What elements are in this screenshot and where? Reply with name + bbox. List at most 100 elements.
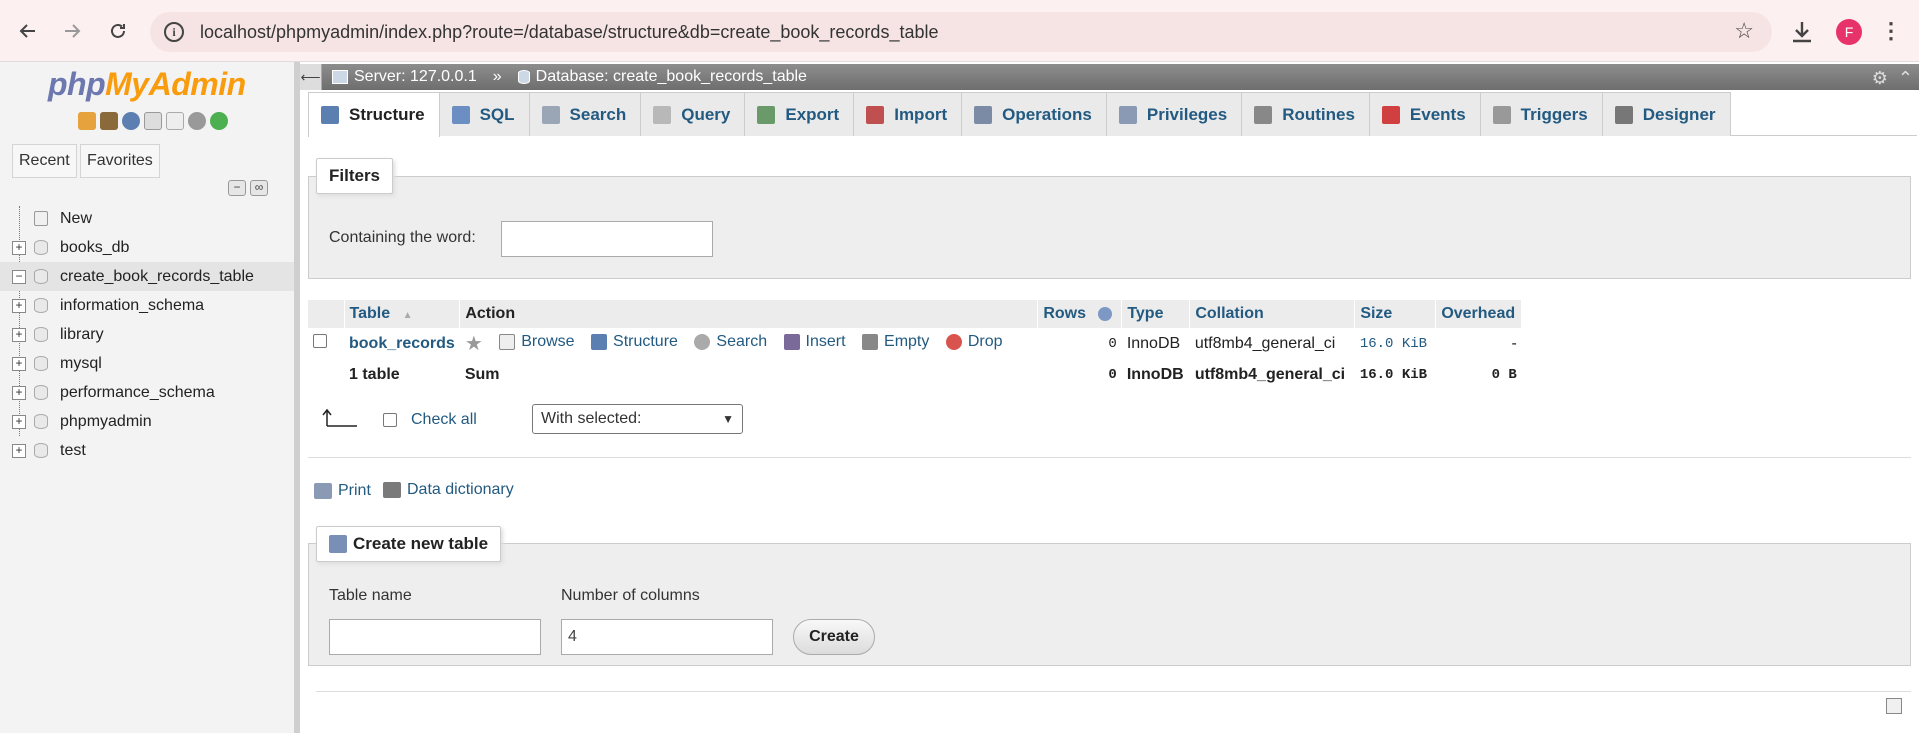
favorites-button[interactable]: Favorites <box>80 144 160 178</box>
table-name-input[interactable] <box>329 619 541 655</box>
tab-triggers[interactable]: Triggers <box>1480 92 1603 136</box>
breadcrumb-server[interactable]: Server: 127.0.0.1 <box>354 68 477 86</box>
profile-avatar[interactable]: F <box>1836 19 1862 45</box>
row-checkbox[interactable] <box>313 334 327 348</box>
with-selected-dropdown[interactable]: With selected: ▼ <box>532 404 743 434</box>
tree-item-phpmyadmin[interactable]: + phpmyadmin <box>0 407 294 436</box>
tab-label: Query <box>681 104 731 124</box>
expand-icon[interactable]: + <box>12 327 26 342</box>
search-icon <box>541 105 560 124</box>
help-icon[interactable] <box>1098 306 1113 321</box>
search-label: Search <box>716 333 768 350</box>
topbar-controls: ⚙ ⌃ <box>1872 68 1913 89</box>
collapse-sidebar-icon[interactable]: ⟵ <box>300 64 322 90</box>
tab-sql[interactable]: SQL <box>439 92 530 136</box>
expand-icon[interactable]: + <box>12 298 26 313</box>
tab-search[interactable]: Search <box>529 92 642 136</box>
browser-menu-icon[interactable]: ⋮ <box>1880 18 1902 44</box>
refresh-icon[interactable] <box>210 112 228 130</box>
structure-icon <box>591 334 608 350</box>
check-all-link[interactable]: Check all <box>411 411 477 429</box>
home-icon[interactable] <box>78 112 96 130</box>
tab-label: Operations <box>1002 104 1092 124</box>
number-of-columns-input[interactable]: 4 <box>561 619 773 655</box>
link-with-main-icon[interactable]: ∞ <box>250 180 268 196</box>
copy-icon[interactable] <box>166 112 184 130</box>
header-overhead[interactable]: Overhead <box>1435 300 1523 328</box>
main-panel: ⟵ Server: 127.0.0.1 » Database: create_b… <box>300 62 1919 733</box>
console-toggle-icon[interactable] <box>1886 698 1902 714</box>
browse-action[interactable]: Browse <box>499 333 575 351</box>
filters-legend: Filters <box>316 158 394 194</box>
help-icon[interactable] <box>122 112 140 130</box>
tab-routines[interactable]: Routines <box>1242 92 1370 136</box>
tree-item-create-book-records-table[interactable]: − create_book_records_table <box>0 262 294 291</box>
sort-asc-icon: ▲ <box>402 310 413 321</box>
data-dictionary-link[interactable]: Data dictionary <box>383 481 514 499</box>
tab-structure[interactable]: Structure <box>308 92 440 137</box>
phpmyadmin-logo[interactable]: phpMyAdmin <box>48 66 246 103</box>
empty-action[interactable]: Empty <box>862 333 929 351</box>
header-collation[interactable]: Collation <box>1189 300 1356 328</box>
address-bar[interactable]: i localhost/phpmyadmin/index.php?route=/… <box>150 12 1772 52</box>
url-text: localhost/phpmyadmin/index.php?route=/da… <box>200 21 939 42</box>
browse-label: Browse <box>521 333 575 350</box>
reload-icon[interactable] <box>102 15 134 47</box>
back-arrow-icon[interactable] <box>12 15 44 47</box>
tab-query[interactable]: Query <box>641 92 746 136</box>
recent-button[interactable]: Recent <box>12 144 77 178</box>
tab-export[interactable]: Export <box>745 92 855 136</box>
docs-icon[interactable] <box>144 112 162 130</box>
filter-word-input[interactable] <box>501 221 713 257</box>
insert-action[interactable]: Insert <box>783 333 846 351</box>
collapse-up-icon[interactable]: ⌃ <box>1898 68 1913 89</box>
tree-item-test[interactable]: + test <box>0 436 294 465</box>
check-all-checkbox[interactable] <box>383 413 397 427</box>
forward-arrow-icon[interactable] <box>56 15 88 47</box>
settings-gear-icon[interactable] <box>188 112 206 130</box>
settings-gear-icon[interactable]: ⚙ <box>1872 68 1888 89</box>
download-icon[interactable] <box>1788 18 1816 46</box>
expand-icon[interactable]: + <box>12 443 26 458</box>
tree-item-performance-schema[interactable]: + performance_schema <box>0 378 294 407</box>
filters-fieldset: Containing the word: <box>308 176 1911 279</box>
tree-item-books-db[interactable]: + books_db <box>0 233 294 262</box>
bookmark-star-icon[interactable]: ☆ <box>1734 18 1754 44</box>
header-rows[interactable]: Rows <box>1037 300 1123 328</box>
tab-designer[interactable]: Designer <box>1602 92 1731 136</box>
tree-item-label: test <box>60 441 86 459</box>
expand-icon[interactable]: + <box>12 356 26 371</box>
drop-action[interactable]: Drop <box>945 333 1003 351</box>
favorite-star-icon[interactable]: ★ <box>465 331 483 356</box>
tree-item-library[interactable]: + library <box>0 320 294 349</box>
expand-icon[interactable]: + <box>12 385 26 400</box>
tree-item-information-schema[interactable]: + information_schema <box>0 291 294 320</box>
rows-cell: 0 <box>1108 335 1117 352</box>
site-info-icon[interactable]: i <box>164 22 184 42</box>
insert-label: Insert <box>805 333 846 350</box>
tab-import[interactable]: Import <box>854 92 963 136</box>
header-type[interactable]: Type <box>1121 300 1191 328</box>
breadcrumb-database[interactable]: Database: create_book_records_table <box>536 68 807 86</box>
tab-events[interactable]: Events <box>1369 92 1481 136</box>
search-action[interactable]: Search <box>694 333 767 351</box>
tree-item-mysql[interactable]: + mysql <box>0 349 294 378</box>
table-name-link[interactable]: book_records <box>349 335 455 352</box>
print-link[interactable]: Print <box>314 482 371 500</box>
collapse-icon[interactable]: − <box>12 269 26 284</box>
tree-item-label: library <box>60 325 104 343</box>
tree-item-label: books_db <box>60 238 130 256</box>
expand-icon[interactable]: + <box>12 240 26 255</box>
create-button[interactable]: Create <box>793 619 875 655</box>
header-size[interactable]: Size <box>1354 300 1437 328</box>
logout-icon[interactable] <box>100 112 118 130</box>
tree-item-new[interactable]: New <box>0 204 294 233</box>
size-cell[interactable]: 16.0 KiB <box>1355 328 1436 359</box>
expand-icon[interactable]: + <box>12 414 26 429</box>
tab-privileges[interactable]: Privileges <box>1106 92 1243 136</box>
header-table[interactable]: Table ▲ <box>344 300 461 328</box>
tab-label: SQL <box>479 104 515 124</box>
tab-operations[interactable]: Operations <box>962 92 1107 136</box>
structure-action[interactable]: Structure <box>591 333 678 351</box>
collapse-all-icon[interactable]: − <box>228 180 246 196</box>
